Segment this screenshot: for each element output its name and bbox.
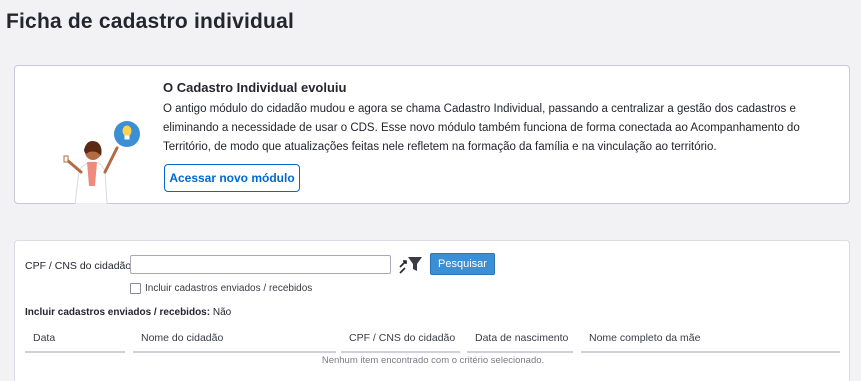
column-header-data[interactable]: Data — [25, 331, 125, 353]
include-sent-received-checkbox[interactable] — [130, 283, 141, 294]
include-sent-received-checkbox-label: Incluir cadastros enviados / recebidos — [145, 283, 313, 294]
banner-description: O antigo módulo do cidadão mudou e agora… — [163, 103, 800, 153]
person-lightbulb-illustration — [63, 121, 140, 204]
include-sent-received-option[interactable]: Incluir cadastros enviados / recebidos — [130, 283, 312, 294]
column-header-cpf-cns[interactable]: CPF / CNS do cidadão — [341, 331, 460, 353]
cpf-cns-label: CPF / CNS do cidadão — [25, 260, 132, 272]
empty-results-message: Nenhum item encontrado com o critério se… — [321, 355, 545, 366]
column-header-nome-mae[interactable]: Nome completo da mãe — [581, 331, 840, 353]
cpf-cns-search-input[interactable] — [130, 255, 391, 274]
include-filter-status: Incluir cadastros enviados / recebidos: … — [25, 307, 231, 318]
include-filter-status-value: Não — [212, 307, 232, 318]
search-panel: CPF / CNS do cidadão Pesquisar Incluir c… — [14, 240, 850, 381]
include-filter-status-label: Incluir cadastros enviados / recebidos: — [25, 307, 211, 318]
access-new-module-button[interactable]: Acessar novo módulo — [164, 164, 300, 192]
page-title: Ficha de cadastro individual — [6, 10, 295, 33]
banner-title: O Cadastro Individual evoluiu — [163, 80, 347, 95]
search-button[interactable]: Pesquisar — [430, 253, 495, 275]
results-table-header: Data Nome do cidadão CPF / CNS do cidadã… — [25, 331, 840, 353]
info-banner: O Cadastro Individual evoluiu O antigo m… — [14, 65, 850, 204]
filter-icon[interactable] — [399, 254, 423, 274]
column-header-nome-cidadao[interactable]: Nome do cidadão — [133, 331, 336, 353]
column-header-data-nascimento[interactable]: Data de nascimento — [467, 331, 573, 353]
